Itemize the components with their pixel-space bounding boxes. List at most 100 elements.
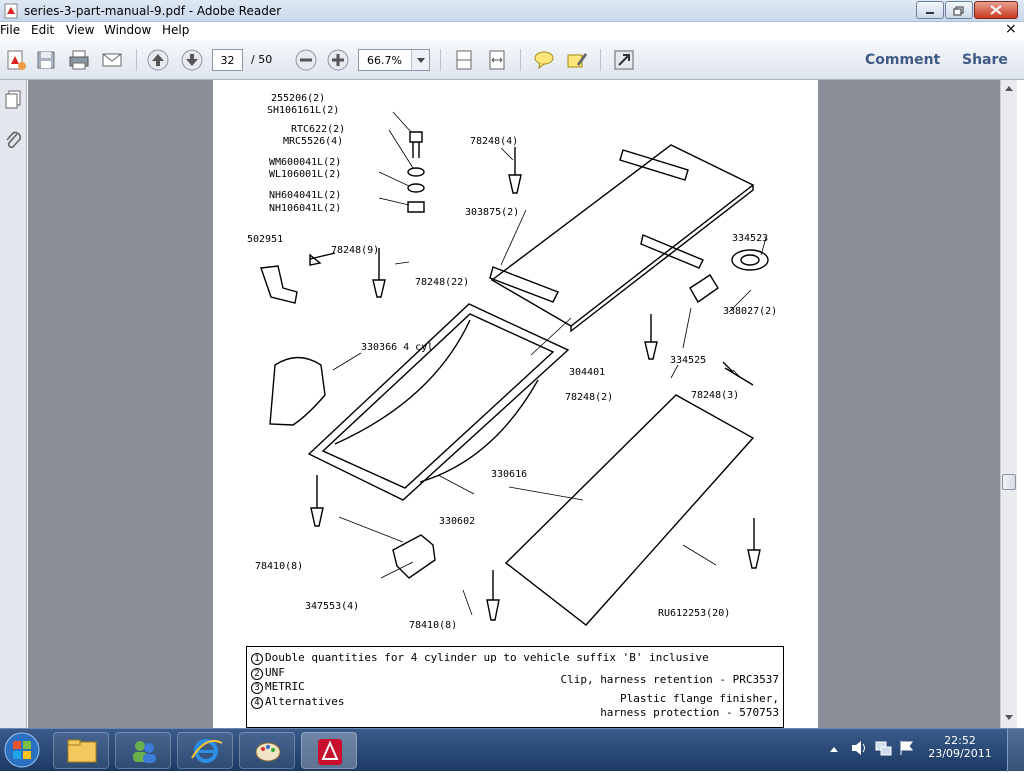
taskbar-paint[interactable] bbox=[239, 732, 295, 769]
next-page-icon[interactable] bbox=[180, 48, 204, 72]
comment-panel-button[interactable]: Comment bbox=[865, 52, 940, 68]
diagram-labels: 255206(2) SH106161L(2) RTC622(2) MRC5526… bbox=[247, 93, 777, 631]
toolbar: 32 / 50 66.7% Comment Share bbox=[0, 40, 1024, 80]
label-304401: 304401 bbox=[569, 367, 605, 378]
print-icon[interactable] bbox=[67, 48, 91, 72]
minimize-icon bbox=[926, 12, 934, 14]
document-close-button[interactable]: × bbox=[1005, 21, 1017, 37]
label-ru612253: RU612253(20) bbox=[658, 608, 730, 619]
taskbar-users[interactable] bbox=[115, 732, 171, 769]
label-303875: 303875(2) bbox=[465, 207, 519, 218]
page-total: / 50 bbox=[251, 53, 273, 66]
zoom-select[interactable]: 66.7% bbox=[358, 49, 430, 71]
clock[interactable]: 22:52 23/09/2011 bbox=[924, 734, 996, 760]
navigation-panel bbox=[0, 80, 27, 728]
save-icon[interactable] bbox=[34, 48, 58, 72]
label-78248-9: 78248(9) bbox=[331, 245, 379, 256]
label-330366: 330366 4 cyl bbox=[361, 342, 433, 353]
label-334525: 334525 bbox=[670, 355, 706, 366]
note-clip: Clip, harness retention - PRC3537 bbox=[560, 673, 779, 686]
label-mrc5526: MRC5526(4) bbox=[283, 136, 343, 147]
menu-edit[interactable]: Edit bbox=[31, 23, 54, 37]
toolbar-separator bbox=[440, 49, 441, 71]
note-finisher: Plastic flange finisher, bbox=[620, 692, 779, 705]
page-thumbnails-icon[interactable] bbox=[4, 90, 22, 110]
zoom-in-icon[interactable] bbox=[326, 48, 350, 72]
scroll-thumb[interactable] bbox=[1002, 474, 1016, 490]
attachments-icon[interactable] bbox=[3, 130, 23, 152]
menu-bar: File Edit View Window Help × bbox=[0, 21, 1024, 40]
washer bbox=[407, 167, 425, 177]
note-row-1: 1 Double quantities for 4 cylinder up to … bbox=[251, 651, 709, 665]
taskbar-adobe-reader[interactable] bbox=[301, 732, 357, 769]
note-row-4: 4 Alternatives bbox=[251, 695, 344, 709]
highlight-icon[interactable] bbox=[565, 48, 589, 72]
create-pdf-icon[interactable] bbox=[4, 48, 28, 72]
show-desktop-button[interactable] bbox=[1007, 729, 1024, 772]
clock-date: 23/09/2011 bbox=[928, 747, 992, 760]
paint-palette-icon bbox=[255, 742, 281, 762]
email-icon[interactable] bbox=[100, 48, 124, 72]
label-78248-22: 78248(22) bbox=[415, 277, 469, 288]
washer bbox=[407, 183, 425, 193]
taskbar-internet-explorer[interactable] bbox=[177, 732, 233, 769]
note-3: METRIC bbox=[265, 680, 305, 693]
share-panel-button[interactable]: Share bbox=[962, 52, 1008, 68]
note-4: Alternatives bbox=[265, 695, 345, 708]
bracket-502951 bbox=[260, 265, 298, 304]
fit-page-icon[interactable] bbox=[452, 48, 476, 72]
label-rtc622: RTC622(2) bbox=[291, 124, 345, 135]
label-sh106161l: SH106161L(2) bbox=[267, 105, 339, 116]
taskbar-explorer[interactable] bbox=[53, 732, 109, 769]
show-hidden-icons[interactable] bbox=[828, 743, 840, 755]
close-button[interactable] bbox=[974, 1, 1018, 19]
document-area: 255206(2) SH106161L(2) RTC622(2) MRC5526… bbox=[28, 80, 1000, 728]
zoom-dropdown-button[interactable] bbox=[411, 50, 429, 70]
circled-number: 3 bbox=[251, 682, 263, 694]
nut bbox=[407, 201, 425, 213]
rivet bbox=[644, 314, 658, 360]
minimize-button[interactable] bbox=[916, 1, 944, 19]
connector-334525 bbox=[689, 274, 719, 304]
menu-help[interactable]: Help bbox=[162, 23, 189, 37]
note-row-3: 3 METRIC bbox=[251, 680, 305, 694]
label-78248-4: 78248(4) bbox=[470, 136, 518, 147]
label-338027: 338027(2) bbox=[723, 306, 777, 317]
label-78248-2: 78248(2) bbox=[565, 392, 613, 403]
menu-window[interactable]: Window bbox=[104, 23, 151, 37]
parts-diagram: 255206(2) SH106161L(2) RTC622(2) MRC5526… bbox=[247, 93, 777, 631]
cover-330366 bbox=[269, 356, 326, 426]
menu-view[interactable]: View bbox=[66, 23, 94, 37]
title-bar: series-3-part-manual-9.pdf - Adobe Reade… bbox=[0, 0, 1024, 22]
adobe-reader-icon bbox=[318, 739, 342, 765]
panel-330616 bbox=[504, 394, 755, 626]
restore-icon bbox=[953, 6, 964, 16]
note-row-2: 2 UNF bbox=[251, 666, 285, 680]
circled-number: 4 bbox=[251, 697, 263, 709]
fullscreen-icon[interactable] bbox=[612, 48, 636, 72]
comment-note-icon[interactable] bbox=[532, 48, 556, 72]
label-255206: 255206(2) bbox=[271, 93, 325, 104]
clock-time: 22:52 bbox=[944, 734, 976, 747]
previous-page-icon[interactable] bbox=[146, 48, 170, 72]
scroll-down-icon[interactable] bbox=[1003, 712, 1015, 724]
action-center-flag-icon[interactable] bbox=[898, 739, 916, 757]
close-icon bbox=[990, 5, 1002, 15]
vertical-scrollbar[interactable] bbox=[1000, 80, 1017, 728]
zoom-out-icon[interactable] bbox=[294, 48, 318, 72]
note-1: Double quantities for 4 cylinder up to v… bbox=[265, 651, 709, 664]
label-nh106041l: NH106041L(2) bbox=[269, 203, 341, 214]
fit-width-icon[interactable] bbox=[485, 48, 509, 72]
volume-icon[interactable] bbox=[850, 739, 868, 757]
start-button[interactable] bbox=[3, 731, 41, 769]
rivet bbox=[310, 475, 324, 527]
rivet bbox=[722, 361, 754, 386]
pdf-page: 255206(2) SH106161L(2) RTC622(2) MRC5526… bbox=[213, 80, 818, 728]
tray-330366 bbox=[307, 303, 570, 501]
note-2: UNF bbox=[265, 666, 285, 679]
page-number-input[interactable]: 32 bbox=[212, 49, 243, 71]
scroll-up-icon[interactable] bbox=[1003, 82, 1015, 94]
network-icon[interactable] bbox=[874, 739, 892, 757]
restore-button[interactable] bbox=[945, 1, 973, 19]
menu-file[interactable]: File bbox=[0, 23, 20, 37]
